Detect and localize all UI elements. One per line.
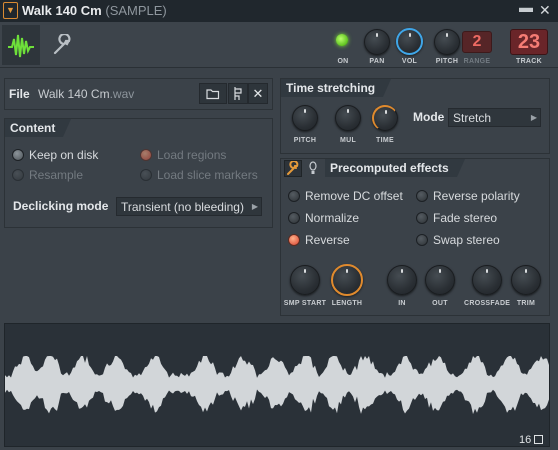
clear-icon: ✕ bbox=[252, 86, 264, 101]
range-display[interactable]: 2 bbox=[462, 31, 492, 53]
trim-knob[interactable] bbox=[511, 265, 541, 295]
pitch-knob[interactable] bbox=[434, 29, 460, 55]
pan-knob[interactable] bbox=[364, 29, 390, 55]
content-header: Content bbox=[5, 119, 72, 137]
waveform-tab[interactable] bbox=[2, 25, 40, 65]
reverse-polarity-radio[interactable] bbox=[416, 190, 428, 202]
zoom-number: 16 bbox=[519, 434, 532, 446]
declicking-mode-label: Declicking mode bbox=[13, 199, 109, 213]
mode-value: Stretch bbox=[453, 111, 492, 125]
clear-file-button[interactable]: ✕ bbox=[248, 83, 268, 104]
open-file-button[interactable] bbox=[199, 83, 227, 104]
track-display[interactable]: 23 bbox=[510, 29, 548, 55]
smp-start-knob[interactable] bbox=[290, 265, 320, 295]
remove-dc-offset-label: Remove DC offset bbox=[305, 189, 403, 203]
wrench-tab[interactable] bbox=[52, 32, 74, 59]
time-stretching-header: Time stretching bbox=[281, 79, 392, 97]
minimize-icon[interactable]: ▬ bbox=[519, 0, 533, 15]
load-slice-markers-label: Load slice markers bbox=[157, 168, 258, 182]
file-tree-icon bbox=[234, 87, 242, 100]
window-menu-button[interactable]: ▼ bbox=[3, 2, 18, 19]
waveform-display[interactable] bbox=[4, 323, 550, 447]
window-title-text: Walk 140 Cm bbox=[22, 3, 102, 18]
out-knob[interactable] bbox=[425, 265, 455, 295]
load-slice-markers-radio[interactable] bbox=[140, 169, 152, 181]
bulb-icon bbox=[309, 161, 317, 174]
crossfade-knob[interactable] bbox=[472, 265, 502, 295]
precomputed-effects-header: Precomputed effects bbox=[325, 159, 465, 177]
mode-label: Mode bbox=[413, 110, 445, 124]
keep-on-disk-radio[interactable] bbox=[12, 149, 24, 161]
waveform-zoom-value: 16 bbox=[519, 434, 544, 446]
keep-on-disk-label: Keep on disk bbox=[29, 148, 99, 162]
load-regions-label: Load regions bbox=[157, 148, 227, 162]
load-regions-radio[interactable] bbox=[140, 149, 152, 161]
file-name: Walk 140 Cm.wav bbox=[38, 87, 134, 101]
resample-label: Resample bbox=[29, 168, 84, 182]
reverse-label: Reverse bbox=[305, 233, 350, 247]
crossfade-label: CROSSFADE bbox=[464, 300, 511, 307]
dropdown-arrow-icon: ▶ bbox=[530, 113, 537, 122]
vol-label: VOL bbox=[401, 58, 418, 65]
precomputed-wrench-button[interactable] bbox=[284, 160, 302, 177]
waveform-icon bbox=[8, 34, 34, 58]
fade-stereo-label: Fade stereo bbox=[433, 211, 498, 225]
in-knob[interactable] bbox=[387, 265, 417, 295]
close-icon[interactable]: ✕ bbox=[539, 2, 551, 19]
resample-radio[interactable] bbox=[12, 169, 24, 181]
pan-label: PAN bbox=[369, 58, 385, 65]
file-extension: .wav bbox=[109, 87, 135, 101]
range-label: RANGE bbox=[463, 58, 491, 65]
folder-icon bbox=[206, 89, 220, 100]
wrench-icon bbox=[287, 160, 299, 175]
zoom-icon[interactable] bbox=[534, 435, 544, 444]
declicking-mode-select[interactable]: Transient (no bleeding) ▶ bbox=[116, 197, 262, 216]
trim-label: TRIM bbox=[516, 300, 536, 307]
file-name-base: Walk 140 Cm bbox=[38, 87, 110, 101]
waveform-shape bbox=[5, 356, 549, 415]
on-led[interactable] bbox=[336, 34, 348, 46]
wrench-icon bbox=[53, 32, 71, 55]
track-label: TRACK bbox=[516, 58, 542, 65]
ts-pitch-label: PITCH bbox=[293, 137, 317, 144]
ts-time-knob[interactable] bbox=[372, 105, 398, 131]
browse-file-button[interactable] bbox=[228, 83, 248, 104]
remove-dc-offset-radio[interactable] bbox=[288, 190, 300, 202]
out-label: OUT bbox=[432, 300, 448, 307]
reverse-radio[interactable] bbox=[288, 234, 300, 246]
normalize-label: Normalize bbox=[305, 211, 360, 225]
on-label: ON bbox=[337, 58, 349, 65]
length-knob[interactable] bbox=[331, 264, 363, 296]
waveform-graphic bbox=[5, 356, 549, 415]
declicking-mode-value: Transient (no bleeding) bbox=[121, 200, 244, 214]
swap-stereo-label: Swap stereo bbox=[433, 233, 500, 247]
ts-pitch-knob[interactable] bbox=[292, 105, 318, 131]
ts-mul-label: MUL bbox=[339, 137, 357, 144]
normalize-radio[interactable] bbox=[288, 212, 300, 224]
reverse-polarity-label: Reverse polarity bbox=[433, 189, 520, 203]
fade-stereo-radio[interactable] bbox=[416, 212, 428, 224]
file-label: File bbox=[9, 87, 30, 101]
swap-stereo-radio[interactable] bbox=[416, 234, 428, 246]
precomputed-info-button[interactable] bbox=[306, 160, 320, 177]
pitch-label: PITCH bbox=[435, 58, 459, 65]
mode-select[interactable]: Stretch ▶ bbox=[448, 108, 541, 127]
volume-knob[interactable] bbox=[396, 28, 423, 55]
window-subtitle: (SAMPLE) bbox=[105, 3, 167, 18]
length-label: LENGTH bbox=[331, 300, 363, 307]
ts-time-label: TIME bbox=[376, 137, 394, 144]
in-label: IN bbox=[398, 300, 406, 307]
ts-mul-knob[interactable] bbox=[335, 105, 361, 131]
window-title: Walk 140 Cm (SAMPLE) bbox=[22, 3, 167, 18]
smp-start-label: SMP START bbox=[283, 300, 327, 307]
dropdown-arrow-icon: ▶ bbox=[251, 202, 258, 211]
